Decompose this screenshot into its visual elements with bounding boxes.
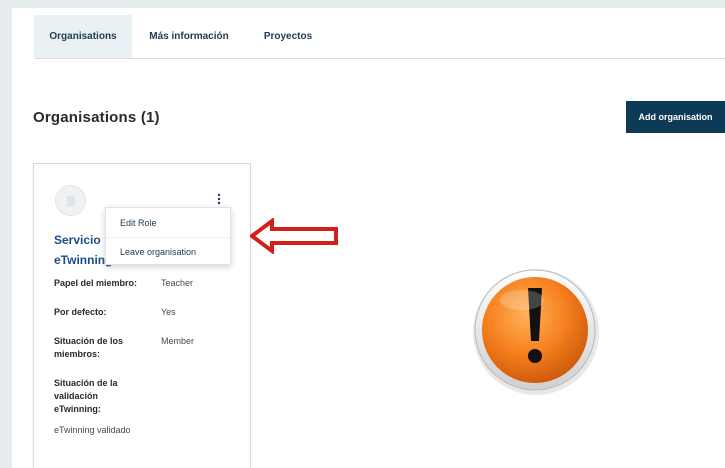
exclamation-warning-icon (473, 269, 599, 395)
add-organisation-button[interactable]: Add organisation (626, 101, 725, 133)
tab-mas-informacion[interactable]: Más información (132, 15, 246, 58)
menu-item-edit-role[interactable]: Edit Role (106, 208, 230, 237)
tab-bar: Organisations Más información Proyectos (34, 15, 725, 59)
menu-item-leave-organisation[interactable]: Leave organisation (106, 237, 230, 266)
left-arrow-icon (250, 218, 338, 254)
kebab-menu-icon[interactable] (212, 190, 226, 208)
field-value-validation: eTwinning validado (54, 425, 131, 435)
tab-proyectos[interactable]: Proyectos (246, 15, 330, 58)
field-value-member-status: Member (161, 336, 195, 346)
section-title: Organisations (1) (33, 109, 160, 126)
field-value-default: Yes (161, 307, 176, 317)
field-label-role: Papel del miembro: (54, 278, 138, 288)
field-label-default: Por defecto: (54, 307, 107, 317)
field-label-member-status: Situación de los miembros: (54, 336, 124, 359)
tab-organisations[interactable]: Organisations (34, 15, 132, 58)
field-label-validation: Situación de la validación eTwinning: (54, 378, 118, 414)
organisation-avatar (55, 185, 86, 216)
building-icon (66, 195, 75, 207)
field-value-role: Teacher (161, 278, 194, 288)
organisation-actions-menu: Edit Role Leave organisation (105, 207, 231, 265)
